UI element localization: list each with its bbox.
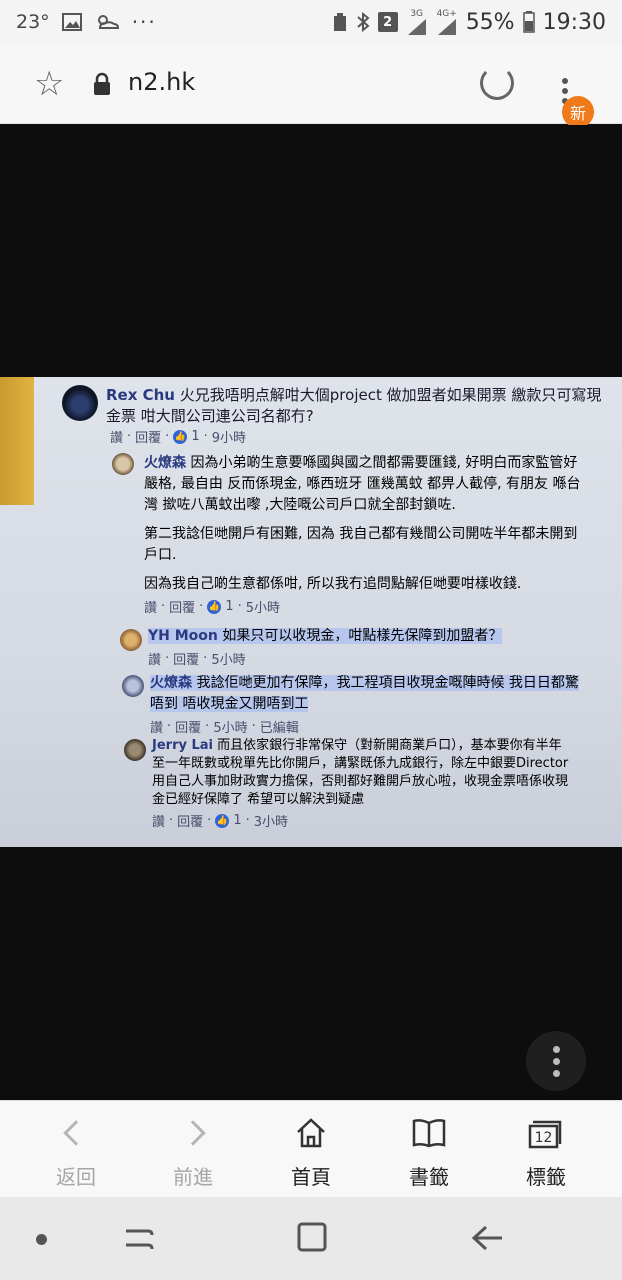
avatar: [120, 629, 142, 651]
floating-menu-button[interactable]: [526, 1031, 586, 1091]
reply-link[interactable]: 回覆: [173, 649, 199, 668]
like-icon: 👍: [207, 599, 222, 614]
like-link[interactable]: 讚: [110, 427, 123, 446]
comment-author[interactable]: 火燎森: [144, 455, 186, 471]
like-link[interactable]: 讚: [148, 649, 161, 668]
comment-author[interactable]: 火燎森: [150, 675, 192, 691]
address-bar: ☆ n2.hk 新: [0, 44, 622, 128]
battery-icon: [522, 11, 535, 33]
comment: Jerry Lai 而且依家銀行非常保守（對新開商業戶口），基本要你有半年至一年…: [152, 737, 572, 830]
reply-link[interactable]: 回覆: [169, 597, 195, 616]
home-nav-icon[interactable]: [296, 1221, 330, 1259]
like-icon: 👍: [173, 429, 188, 444]
temperature: 23°: [16, 11, 50, 33]
bookmark-star-icon[interactable]: ☆: [34, 64, 64, 104]
back-button[interactable]: 返回: [31, 1115, 121, 1190]
comment-meta: 讚 · 回覆 · 👍 1 · 5小時: [144, 597, 281, 616]
post-meta: 讚 · 回覆 · 👍 1 · 9小時: [110, 427, 247, 446]
screenshot-photo: Rex Chu 火兄我唔明点解咁大個project 做加盟者如果開票 繳款只可寫…: [0, 377, 622, 847]
comment: 火燎森 我諗佢哋更加冇保障，我工程項目收現金嘅陣時候 我日日都驚唔到 唔收現金又…: [150, 675, 579, 736]
battery-percent: 55%: [465, 9, 515, 35]
sim-badge: 2: [377, 12, 398, 32]
bookmarks-button[interactable]: 書籤: [384, 1115, 474, 1190]
forward-button[interactable]: 前進: [148, 1115, 238, 1190]
post-author[interactable]: Rex Chu: [106, 386, 175, 404]
bluetooth-icon: [356, 12, 370, 32]
page-content: Rex Chu 火兄我唔明点解咁大個project 做加盟者如果開票 繳款只可寫…: [0, 125, 622, 1100]
clock: 19:30: [542, 9, 606, 35]
comment-meta: 讚 · 回覆 · 5小時: [148, 649, 246, 668]
reply-link[interactable]: 回覆: [177, 811, 203, 830]
like-link[interactable]: 讚: [150, 717, 163, 736]
status-bar: 23° ··· 2 3G 4G+ 55% 19:30: [0, 0, 622, 44]
tabs-button[interactable]: 12 標籤: [501, 1115, 591, 1190]
nav-indicator-dot: [36, 1234, 47, 1245]
url-field[interactable]: n2.hk: [128, 68, 195, 96]
recent-apps-icon[interactable]: [122, 1223, 156, 1259]
photo-edge: [0, 377, 34, 505]
bookmarks-icon: [412, 1119, 446, 1148]
reply-link[interactable]: 回覆: [175, 717, 201, 736]
home-label: 首頁: [291, 1165, 331, 1189]
like-link[interactable]: 讚: [144, 597, 157, 616]
home-button[interactable]: 首頁: [266, 1115, 356, 1190]
new-badge: 新: [562, 96, 594, 128]
comment-author[interactable]: YH Moon: [148, 628, 218, 644]
back-nav-icon[interactable]: [470, 1221, 506, 1259]
like-icon: 👍: [215, 813, 230, 828]
like-link[interactable]: 讚: [152, 811, 165, 830]
recycle-icon: [332, 12, 348, 32]
tabs-label: 標籤: [526, 1165, 566, 1189]
post-text: 火兄我唔明点解咁大個project 做加盟者如果開票 繳款只可寫現金票 咁大間公…: [106, 386, 602, 425]
avatar: [124, 739, 146, 761]
comment: YH Moon 如果只可以收現金，咁點樣先保障到加盟者？ 讚 · 回覆 · 5小時: [148, 626, 588, 668]
avatar: [62, 385, 98, 421]
forward-arrow-icon: [180, 1120, 206, 1146]
home-icon: [297, 1118, 325, 1148]
reload-icon[interactable]: [480, 66, 514, 100]
comment-paragraph: 因為我自己啲生意都係咁, 所以我冇追問點解佢哋要咁樣收錢.: [144, 576, 522, 592]
forward-label: 前進: [173, 1165, 213, 1189]
gallery-icon: [61, 13, 82, 31]
lock-icon: [92, 72, 112, 100]
signal-3g-icon: 3G: [406, 9, 428, 35]
reply-link[interactable]: 回覆: [135, 427, 161, 446]
post-main: Rex Chu 火兄我唔明点解咁大個project 做加盟者如果開票 繳款只可寫…: [106, 385, 614, 427]
signal-4g-icon: 4G+: [436, 9, 458, 35]
avatar: [122, 675, 144, 697]
back-label: 返回: [56, 1165, 96, 1189]
bookmarks-label: 書籤: [409, 1165, 449, 1189]
comment-paragraph: 第二我諗佢哋開戶有困難, 因為 我自己都有幾間公司開咗半年都未開到戶口.: [144, 526, 578, 563]
tabs-icon: 12: [528, 1120, 562, 1149]
back-arrow-icon: [63, 1120, 89, 1146]
system-navigation-bar: [0, 1197, 622, 1280]
tab-count: 12: [535, 1130, 553, 1146]
more-notifications-icon: ···: [131, 10, 157, 34]
comment-author[interactable]: Jerry Lai: [152, 738, 213, 753]
weather-icon: [94, 13, 120, 31]
comment-meta: 讚 · 回覆 · 5小時 · 已編輯: [150, 717, 299, 736]
browser-toolbar: 返回 前進 首頁 書籤 12 標籤: [0, 1100, 622, 1197]
comment-meta: 讚 · 回覆 · 👍 1 · 3小時: [152, 811, 289, 830]
avatar: [112, 453, 134, 475]
comment: 火燎森 因為小弟啲生意要喺國與國之間都需要匯錢, 好明白而家監管好嚴格, 最自由…: [144, 453, 584, 616]
